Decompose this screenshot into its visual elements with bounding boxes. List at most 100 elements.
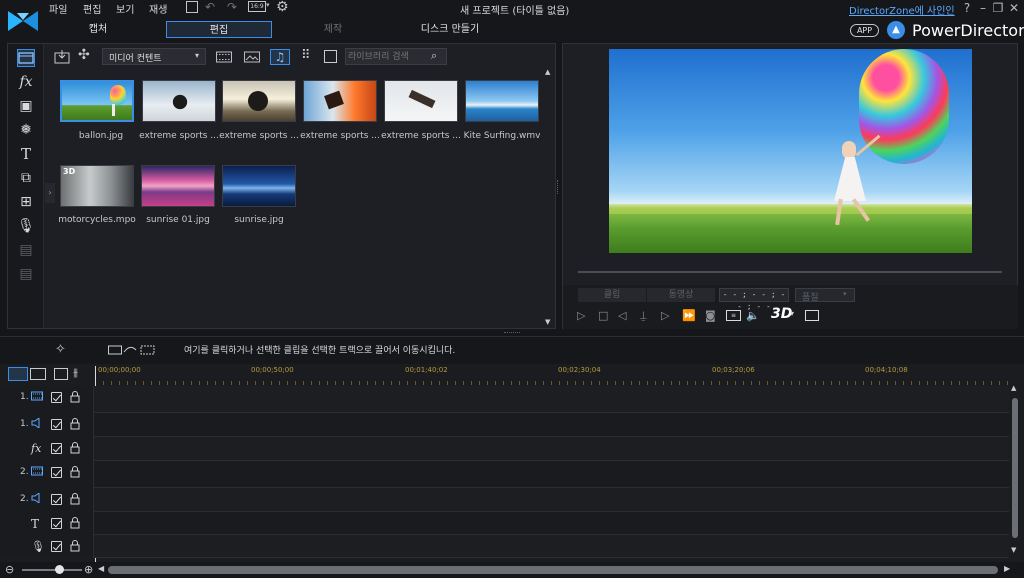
menu-play[interactable]: 재생 [149,1,167,16]
track-enable-checkbox[interactable] [51,392,62,403]
clip-button[interactable]: 클립 [578,288,646,302]
menu-edit[interactable]: 편집 [83,1,101,16]
3d-dropdown-icon[interactable]: ▾ [790,309,794,318]
lock-icon[interactable] [70,442,80,454]
track-enable-checkbox[interactable] [51,443,62,454]
quality-dropdown[interactable]: 품질 ▾ [795,288,855,303]
image-filter-button[interactable] [242,49,262,65]
fast-forward-icon[interactable]: ⏩ [682,309,696,323]
title-room-icon[interactable]: T [17,145,35,163]
video-filter-button[interactable] [214,49,234,65]
track-enable-checkbox[interactable] [51,419,62,430]
audio-mixing-room-icon[interactable]: ⊞ [17,193,35,211]
timeline-scrollbar[interactable]: ▲ ▼ [1010,384,1020,561]
undock-preview-icon[interactable] [805,310,819,321]
save-icon[interactable] [186,1,198,13]
zoom-slider-track[interactable] [22,565,82,574]
menu-view[interactable]: 보기 [116,1,134,16]
lock-icon[interactable] [70,466,80,478]
media-item[interactable]: extreme sports ... [294,77,386,157]
timecode-display[interactable]: - - ; - - ; - - ; - - [719,288,789,311]
play-icon[interactable]: ▷ [577,309,585,323]
movie-button[interactable]: 동영상 [647,288,715,302]
tab-edit[interactable]: 편집 [166,21,272,38]
minimize-button[interactable]: – [976,1,990,15]
track-manager-icon[interactable] [54,368,68,380]
media-content-dropdown[interactable]: 미디어 컨텐트 ▾ [102,48,206,65]
timeline-tools-icon[interactable] [108,344,156,356]
media-item[interactable]: extreme sports ... [375,77,467,157]
subtitle-room-icon[interactable]: ▤ [17,265,35,283]
audio-filter-button[interactable]: ♫ [270,49,290,65]
tab-produce[interactable]: 제작 [280,21,386,38]
lock-icon[interactable] [70,517,80,529]
horizontal-splitter[interactable] [504,332,520,334]
timeline-track[interactable]: 1. [0,413,1009,437]
horizontal-scroll-thumb[interactable] [108,566,998,574]
media-item[interactable]: extreme sports ... [213,77,305,157]
next-frame-icon[interactable]: ▷ [661,309,669,323]
lock-icon[interactable] [70,391,80,403]
previous-frame-icon[interactable]: ◁ [618,309,626,323]
timeline-track[interactable]: 2. [0,488,1009,512]
panel-splitter[interactable] [557,180,560,194]
track-enable-checkbox[interactable] [51,518,62,529]
captions-icon[interactable]: ≡ [726,310,741,321]
media-item[interactable]: 3D motorcycles.mpo [51,162,143,232]
particle-room-icon[interactable]: ❅ [17,121,35,139]
media-room-icon[interactable] [17,49,35,67]
scroll-down-icon[interactable]: ▼ [545,318,550,326]
close-button[interactable]: ✕ [1007,1,1021,15]
redo-icon[interactable]: ↷ [227,0,237,14]
timeline-track[interactable]: fx [0,437,1009,461]
fx-room-icon[interactable]: fx [17,73,35,91]
track-enable-checkbox[interactable] [51,467,62,478]
scroll-up-icon[interactable]: ▲ [1011,384,1016,392]
voice-over-room-icon[interactable]: 🎙 [17,217,35,235]
scroll-left-icon[interactable]: ◀ [98,564,104,573]
media-item[interactable]: sunrise.jpg [213,162,305,232]
help-button[interactable]: ? [960,1,974,15]
lock-icon[interactable] [70,493,80,505]
stop-icon[interactable]: □ [598,309,608,323]
timeline-track[interactable]: T [0,512,1009,535]
settings-gear-icon[interactable]: ⚙ [276,0,289,15]
pip-room-icon[interactable]: ▣ [17,97,35,115]
fullscreen-library-icon[interactable] [324,50,337,63]
zoom-out-icon[interactable]: ⊖ [5,563,14,576]
library-search-box[interactable]: ⌕ [345,48,447,65]
menu-file[interactable]: 파일 [49,1,67,16]
aspect-ratio-button[interactable]: 16:9 [248,1,266,12]
timeline-track[interactable]: 2. [0,461,1009,488]
search-icon[interactable]: ⌕ [431,49,437,63]
signin-link[interactable]: DirectorZone에 사인인 [849,2,955,17]
mark-in-icon[interactable]: ⍊ [640,309,647,323]
scroll-up-icon[interactable]: ▲ [545,68,550,76]
transition-room-icon[interactable]: ⧉ [17,169,35,187]
app-badge[interactable]: APP [850,24,879,37]
lock-icon[interactable] [70,540,80,552]
track-enable-checkbox[interactable] [51,494,62,505]
plugin-icon[interactable]: ✣ [78,47,90,63]
tab-capture[interactable]: 캡처 [43,21,153,38]
scroll-right-icon[interactable]: ▶ [1004,564,1010,573]
media-item[interactable]: sunrise 01.jpg [132,162,224,232]
lock-icon[interactable] [70,418,80,430]
restore-button[interactable]: ❐ [991,1,1005,15]
scroll-down-icon[interactable]: ▼ [1011,546,1016,554]
storyboard-view-button[interactable] [30,368,46,380]
volume-icon[interactable]: 🔈 [746,309,760,323]
notification-icon[interactable]: ▲ [887,21,905,39]
track-enable-checkbox[interactable] [51,541,62,552]
snapshot-icon[interactable]: ◙ [705,309,716,323]
timeline-track[interactable]: 1. [0,386,1009,413]
magic-tools-icon[interactable]: ✧ [55,342,66,357]
undo-icon[interactable]: ↶ [205,0,215,14]
library-scrollbar[interactable]: ▲ ▼ [545,68,552,326]
timeline-view-button[interactable] [8,367,28,381]
fit-timeline-icon[interactable]: ⫵ [73,366,78,380]
library-search-input[interactable] [348,50,428,63]
zoom-in-icon[interactable]: ⊕ [84,563,93,576]
media-item[interactable]: extreme sports ... [133,77,225,157]
scroll-thumb[interactable] [1012,398,1018,538]
